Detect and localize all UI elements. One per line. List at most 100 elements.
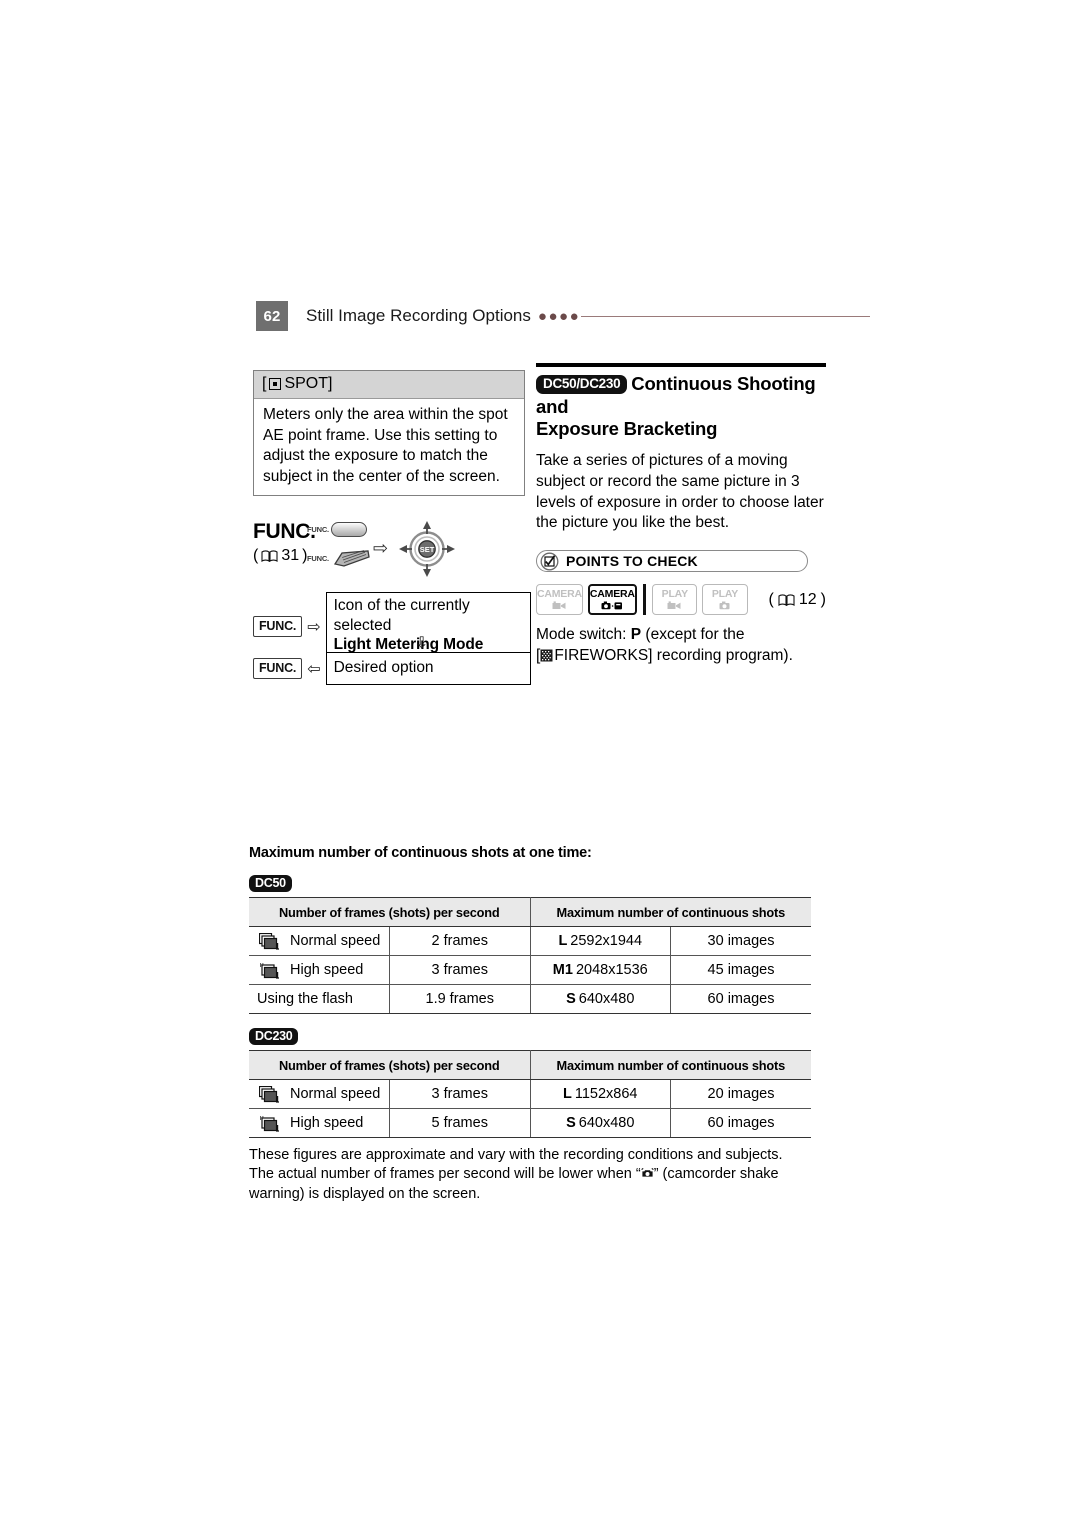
- cell-size: S 640x480: [529, 984, 671, 1014]
- cell-images: 60 images: [670, 1108, 811, 1138]
- running-head-dots: ●●●●: [537, 307, 581, 325]
- table-badge-dc230: DC230: [249, 1028, 299, 1045]
- continuous-shots-table-dc50: Number of frames (shots) per second Maxi…: [249, 897, 811, 1014]
- mode-chip-label: PLAY: [711, 588, 739, 601]
- cell-mode: H High speed: [249, 955, 390, 985]
- fireworks-icon: [540, 649, 553, 662]
- cell-images: 60 images: [670, 984, 811, 1014]
- footnote-1: These figures are approximate and vary w…: [249, 1147, 783, 1163]
- mode-switch-mid: (except for the: [641, 626, 745, 644]
- book-icon: [778, 594, 795, 606]
- section-heading-line-2: Exposure Bracketing: [536, 418, 718, 440]
- mode-chip-label: PLAY: [661, 588, 688, 601]
- right-column: DC50/DC230 Continuous Shooting and Exposu…: [536, 363, 826, 667]
- movie-camera-icon: [667, 601, 682, 610]
- points-to-check-label: POINTS TO CHECK: [566, 553, 698, 570]
- cell-images: 45 images: [670, 955, 811, 985]
- paren-open: (: [768, 590, 774, 608]
- mode-chip-camera-photo: CAMERA: [587, 584, 637, 616]
- func-step-1: FUNC. ⇨ Icon of the currently selected L…: [253, 592, 531, 662]
- cell-size-label: L: [563, 1086, 572, 1102]
- mode-switch-prefix: Mode switch:: [536, 626, 631, 644]
- table-row: H High speed 3 frames M12048x1536 45 ima…: [249, 955, 811, 985]
- func-key-2[interactable]: FUNC.: [253, 658, 303, 680]
- still-camera-icon: [719, 601, 731, 610]
- checkbox-check-icon: [540, 552, 559, 571]
- func-step-2-box: Desired option: [325, 652, 531, 685]
- burst-high-icon: H: [259, 1115, 279, 1132]
- func-button-illustration-pill: FUNC.: [307, 522, 367, 538]
- step2-arrow: ⇦: [307, 660, 321, 678]
- modes-reference-page: 12: [798, 590, 817, 608]
- mode-switch-program: FIREWORKS] recording program).: [554, 647, 793, 665]
- mode-switch-note: Mode switch: P (except for the [ FIREWOR…: [536, 625, 826, 667]
- running-head-title: Still Image Recording Options: [306, 306, 531, 325]
- section-heading: DC50/DC230 Continuous Shooting and Exposu…: [536, 373, 826, 441]
- cell-size-value: 640x480: [578, 991, 635, 1007]
- cell-size: S 640x480: [529, 1108, 671, 1138]
- cell-frames: 3 frames: [389, 1079, 531, 1109]
- cell-size-label: L: [558, 933, 568, 949]
- cell-size: L 2592x1944: [529, 926, 671, 956]
- section-paragraph: Take a series of pictures of a moving su…: [536, 451, 824, 532]
- table-header-row: Number of frames (shots) per second Maxi…: [249, 897, 811, 927]
- func-step-2-text: Desired option: [333, 659, 434, 677]
- bracket-open: [: [262, 375, 267, 392]
- func-flow-arrow-down: ⇩: [415, 635, 429, 653]
- spot-metering-box: [ SPOT] Meters only the area within the …: [253, 370, 525, 497]
- burst-high-icon: H: [259, 962, 279, 979]
- cell-frames: 3 frames: [389, 955, 531, 985]
- table-row: Using the flash 1.9 frames S 640x480 60 i…: [249, 984, 811, 1014]
- running-head-rule: [581, 315, 870, 317]
- cell-size-label: S: [566, 1115, 576, 1131]
- table-row: H High speed 5 frames S640x480 60 images: [249, 1108, 811, 1138]
- cell-mode-label: Normal speed: [290, 1086, 381, 1102]
- points-to-check-banner: POINTS TO CHECK: [536, 550, 808, 573]
- tables-section: Maximum number of continuous shots at on…: [249, 845, 829, 1204]
- mode-chip-label: CAMERA: [589, 588, 635, 601]
- mode-chip-camera-movie: CAMERA: [536, 584, 583, 616]
- func-reference-page: 31: [281, 547, 300, 565]
- table-badge-dc50: DC50: [249, 875, 292, 892]
- table-header-frames: Number of frames (shots) per second: [249, 1050, 531, 1080]
- tables-section-title: Maximum number of continuous shots at on…: [249, 845, 592, 861]
- running-head: 62 Still Image Recording Options ●●●●: [256, 301, 870, 331]
- paren-open: (: [253, 547, 259, 565]
- table-header-shots: Maximum number of continuous shots: [529, 1050, 811, 1080]
- cell-size-value: 2048x1536: [575, 962, 648, 978]
- operating-modes-row: CAMERA CAMERA PLAY PLAY (12): [536, 584, 826, 616]
- func-page-reference: ( 31 ): [253, 547, 307, 565]
- func-key-1[interactable]: FUNC.: [253, 616, 303, 638]
- cell-mode-label: Normal speed: [290, 933, 381, 949]
- func-step-1-line-1: Icon of the currently selected: [333, 597, 470, 634]
- cell-mode-label: High speed: [290, 1115, 364, 1131]
- func-step-1-line-2: Light Metering Mode: [333, 636, 484, 654]
- cell-frames: 2 frames: [389, 926, 531, 956]
- section-rule: [536, 363, 826, 367]
- camcorder-shake-warning-icon: [640, 1168, 654, 1180]
- spot-box-header: [ SPOT]: [254, 371, 524, 399]
- burst-normal-icon: [259, 1085, 279, 1103]
- cell-size-label: M1: [552, 962, 573, 978]
- footnote-2-part-a: The actual number of frames per second w…: [249, 1166, 641, 1183]
- table-header-shots: Maximum number of continuous shots: [529, 897, 811, 927]
- still-camera-card-icon: [601, 601, 623, 610]
- cell-size: L 1152x864: [529, 1079, 671, 1109]
- spot-metering-icon: [269, 378, 282, 390]
- mode-chip-play-photo: PLAY: [702, 584, 748, 616]
- func-button-illustration-slant: FUNC.: [307, 548, 372, 568]
- cell-mode-label: Using the flash: [257, 991, 353, 1007]
- cell-size-value: 2592x1944: [570, 933, 643, 949]
- table-header-row: Number of frames (shots) per second Maxi…: [249, 1050, 811, 1080]
- func-button-label-1: FUNC.: [307, 525, 329, 535]
- table-header-frames: Number of frames (shots) per second: [249, 897, 531, 927]
- cell-mode: Normal speed: [249, 926, 390, 956]
- svg-text:SET: SET: [420, 546, 435, 555]
- mode-chip-play-movie: PLAY: [652, 584, 698, 616]
- left-column: [ SPOT] Meters only the area within the …: [253, 370, 531, 685]
- func-pill-button-icon: [330, 522, 367, 538]
- cell-frames: 1.9 frames: [389, 984, 531, 1014]
- paren-close: ): [820, 590, 826, 608]
- step1-arrow: ⇨: [307, 618, 321, 636]
- table-footnotes: These figures are approximate and vary w…: [249, 1146, 815, 1204]
